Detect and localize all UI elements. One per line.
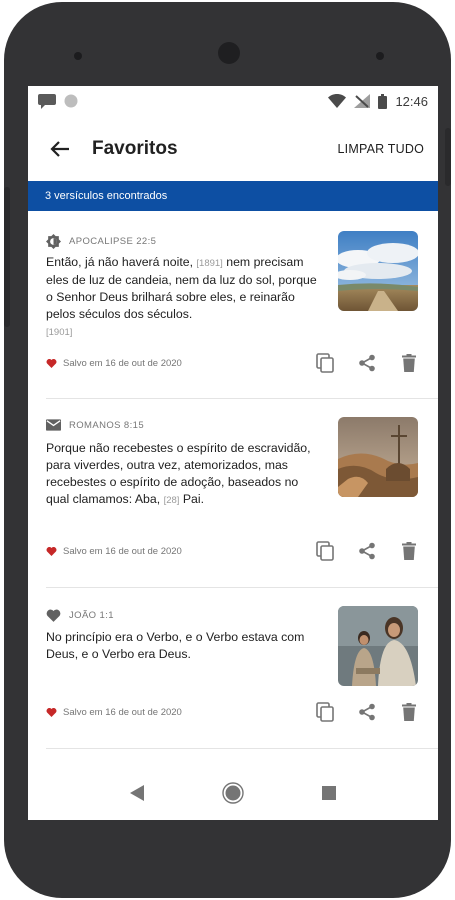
jesus-child-image[interactable] [338, 606, 418, 686]
verse-reference: JOÃO 1:1 [69, 609, 114, 621]
home-circle-icon [222, 782, 244, 804]
copy-icon [316, 353, 334, 373]
copy-icon [316, 541, 334, 561]
app-bar: Favoritos LIMPAR TUDO [28, 116, 438, 181]
verse-text-part: No princípio era o Verbo, e o Verbo esta… [46, 630, 305, 661]
saved-date: Salvo em 16 de out de 2020 [63, 706, 182, 718]
heart-outline-icon [46, 609, 61, 622]
verse-card[interactable]: APOCALIPSE 22:5 Então, já não haverá noi… [28, 211, 438, 398]
verse-text: No princípio era o Verbo, e o Verbo esta… [46, 629, 318, 663]
share-icon [359, 354, 375, 372]
delete-button[interactable] [398, 701, 420, 723]
copy-icon [316, 702, 334, 722]
saved-date: Salvo em 16 de out de 2020 [63, 357, 182, 369]
nav-recents-button[interactable] [322, 786, 336, 800]
chat-icon [38, 94, 56, 109]
copy-button[interactable] [314, 540, 336, 562]
nav-back-button[interactable] [130, 785, 144, 801]
cross-reference[interactable]: [28] [164, 495, 180, 506]
share-icon [359, 703, 375, 721]
sky-landscape-image[interactable] [338, 231, 418, 311]
saved-date: Salvo em 16 de out de 2020 [63, 545, 182, 557]
mail-icon [46, 419, 61, 431]
recents-square-icon [322, 786, 336, 800]
clear-all-button[interactable]: LIMPAR TUDO [338, 142, 424, 156]
verse-reference: ROMANOS 8:15 [69, 419, 145, 431]
wifi-icon [328, 94, 347, 108]
delete-button[interactable] [398, 352, 420, 374]
verse-text-part: Pai. [179, 492, 205, 506]
back-triangle-icon [130, 785, 144, 801]
delete-button[interactable] [398, 540, 420, 562]
trash-icon [402, 354, 416, 372]
results-count-banner: 3 versículos encontrados [28, 181, 438, 211]
navigation-bar [28, 766, 438, 820]
share-button[interactable] [356, 701, 378, 723]
side-button-left [4, 187, 10, 327]
side-button-right [445, 128, 451, 186]
heart-icon [46, 708, 57, 717]
status-bar: 12:46 [28, 86, 438, 116]
cross-reference[interactable]: [1891] [196, 258, 222, 269]
results-count-text: 3 versículos encontrados [45, 190, 168, 202]
trash-icon [402, 703, 416, 721]
back-button[interactable] [46, 135, 74, 163]
screen: 12:46 Favoritos LIMPAR TUDO 3 versículos… [28, 86, 438, 820]
camera-icon [218, 42, 240, 64]
share-button[interactable] [356, 540, 378, 562]
phone-frame: 12:46 Favoritos LIMPAR TUDO 3 versículos… [4, 2, 451, 898]
arrow-left-icon [50, 140, 69, 157]
verse-reference: APOCALIPSE 22:5 [69, 236, 157, 247]
status-time: 12:46 [395, 93, 428, 109]
trash-icon [402, 542, 416, 560]
page-title: Favoritos [92, 137, 178, 159]
heart-icon [46, 359, 57, 368]
verse-card[interactable]: JOÃO 1:1 No princípio era o Verbo, e o V… [28, 588, 438, 748]
verse-text: Porque não recebestes o espírito de escr… [46, 440, 318, 509]
heart-icon [46, 547, 57, 556]
circle-icon [64, 94, 78, 108]
earpiece-dot [74, 52, 82, 60]
verse-text-part: Então, já não haverá noite, [46, 255, 197, 269]
desert-cross-image[interactable] [338, 417, 418, 497]
cross-reference[interactable]: [1901] [46, 327, 72, 338]
nav-home-button[interactable] [222, 782, 244, 804]
verse-card[interactable]: ROMANOS 8:15 Porque não recebestes o esp… [28, 399, 438, 587]
divider [46, 748, 438, 749]
copy-button[interactable] [314, 352, 336, 374]
battery-icon [378, 93, 388, 109]
verse-text: Então, já não haverá noite, [1891] nem p… [46, 254, 318, 341]
sensor-dot [376, 52, 384, 60]
share-button[interactable] [356, 352, 378, 374]
share-icon [359, 542, 375, 560]
signal-icon [354, 94, 371, 108]
copy-button[interactable] [314, 701, 336, 723]
brightness-icon [46, 234, 61, 249]
